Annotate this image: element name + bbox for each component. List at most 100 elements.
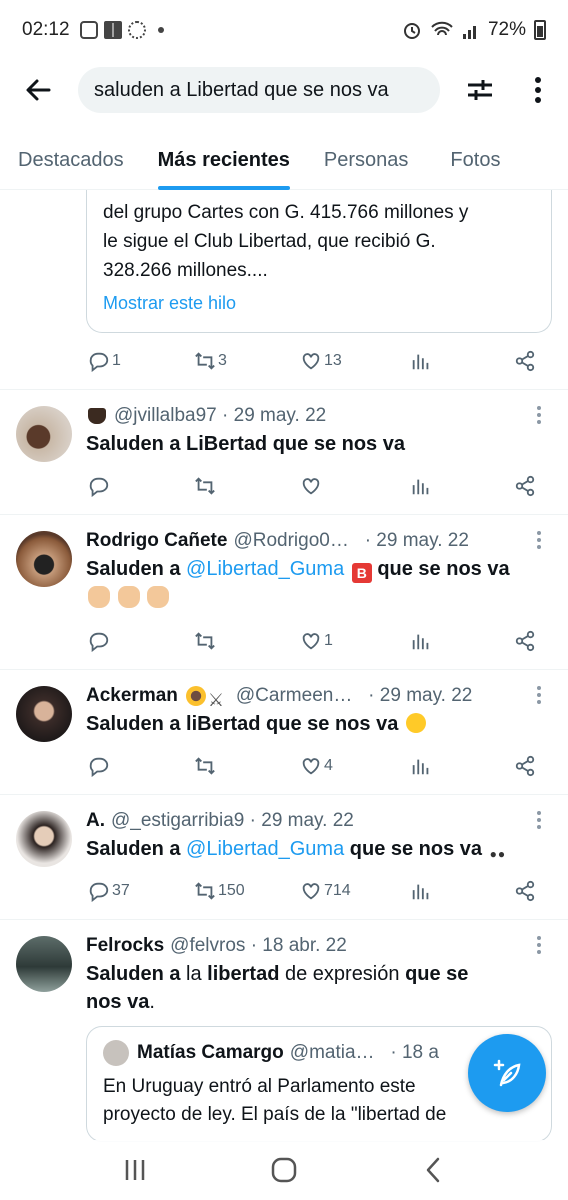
tweet[interactable]: Felrocks @felvros · 18 abr. 22 Saluden a…	[0, 920, 568, 1142]
tweet-actions: 4	[0, 738, 568, 794]
status-bar: 02:12 72%	[0, 0, 568, 60]
tweet-menu-button[interactable]	[536, 686, 542, 708]
retweet-button[interactable]	[194, 630, 300, 652]
tweet-date[interactable]: · 29 may. 22	[368, 682, 472, 710]
reply-button[interactable]	[88, 475, 194, 497]
views-button[interactable]	[410, 630, 514, 652]
tweet[interactable]: Rodrigo Cañete @Rodrigo0… · 29 may. 22 S…	[0, 515, 568, 669]
search-input[interactable]: saluden a Libertad que se nos va	[78, 67, 440, 113]
tweet[interactable]: A. @_estigarribia9 · 29 may. 22 Saluden …	[0, 795, 568, 919]
back-button[interactable]	[18, 70, 58, 110]
instagram-icon	[79, 21, 98, 39]
share-button[interactable]	[514, 630, 536, 652]
show-thread-link[interactable]: Mostrar este hilo	[103, 289, 535, 318]
tweet-date[interactable]: · 29 may. 22	[222, 402, 326, 430]
avatar[interactable]	[16, 531, 72, 587]
reply-button[interactable]	[88, 630, 194, 652]
compose-tweet-button[interactable]	[468, 1034, 546, 1112]
tweet-menu-button[interactable]	[536, 531, 542, 553]
tweet-menu-button[interactable]	[536, 936, 542, 958]
share-button[interactable]	[514, 755, 536, 777]
like-button[interactable]: 714	[300, 880, 410, 902]
heart-icon	[302, 353, 320, 370]
like-count: 1	[324, 632, 333, 649]
search-filter-button[interactable]	[460, 70, 500, 110]
views-button[interactable]	[410, 475, 514, 497]
reply-button[interactable]	[88, 755, 194, 777]
tweet-author-name[interactable]: A.	[86, 807, 105, 835]
reply-icon	[89, 632, 109, 652]
home-button[interactable]	[254, 1145, 314, 1195]
avatar[interactable]	[16, 936, 72, 992]
alarm-icon	[403, 23, 420, 39]
tweet-date[interactable]: · 29 may. 22	[365, 527, 469, 555]
retweet-button[interactable]: 150	[194, 880, 300, 902]
mention-link[interactable]: @Libertad_Guma	[186, 838, 344, 860]
home-icon	[271, 1157, 297, 1183]
share-button[interactable]	[514, 475, 536, 497]
laughing-face-icon	[405, 713, 426, 733]
tweet-handle[interactable]: @Rodrigo0…	[233, 527, 348, 555]
views-button[interactable]	[410, 755, 514, 777]
avatar[interactable]	[16, 811, 72, 867]
retweet-icon	[195, 632, 215, 650]
share-button[interactable]	[514, 350, 536, 372]
quoted-author-name: Matías Camargo	[137, 1042, 284, 1063]
recent-apps-button[interactable]	[105, 1145, 165, 1195]
tweet-handle[interactable]: @Carmeen…	[236, 682, 352, 710]
tweet-actions: 1 3 13	[0, 333, 568, 389]
share-icon	[515, 880, 535, 902]
quoted-avatar	[103, 1040, 129, 1066]
like-button[interactable]	[300, 475, 410, 497]
views-button[interactable]	[410, 880, 514, 902]
quoted-tweet-card[interactable]: del grupo Cartes con G. 415.766 millones…	[86, 190, 552, 333]
reply-icon	[89, 477, 109, 497]
quoted-handle: @matia…	[289, 1042, 375, 1063]
avatar[interactable]	[16, 686, 72, 742]
share-button[interactable]	[514, 880, 536, 902]
tweet-handle[interactable]: @jvillalba97	[114, 402, 217, 430]
tab-personas[interactable]: Personas	[324, 130, 409, 190]
more-options-button[interactable]	[518, 70, 558, 110]
eyes-icon	[490, 838, 516, 858]
tweet-text-part: Saluden a	[86, 558, 187, 580]
tweet-menu-button[interactable]	[536, 811, 542, 833]
retweet-button[interactable]	[194, 475, 300, 497]
like-button[interactable]: 13	[300, 350, 410, 372]
tweet-handle[interactable]: @_estigarribia9	[111, 807, 244, 835]
quoted-text-line: proyecto de ley. El país de la "libertad…	[103, 1104, 447, 1125]
tweet-text-part: nos va	[86, 991, 150, 1013]
tweet[interactable]: Ackerman @Carmeen… · 29 may. 22 Saluden …	[0, 670, 568, 794]
tweet-date[interactable]: · 18 abr. 22	[251, 932, 347, 960]
status-time: 02:12	[22, 19, 70, 40]
tweet-text-part: Saluden a liBertad que se nos va	[86, 713, 399, 735]
tab-destacados[interactable]: Destacados	[18, 130, 124, 190]
mention-link[interactable]: @Libertad_Guma	[186, 558, 344, 580]
heart-icon	[302, 633, 320, 650]
share-icon	[515, 475, 535, 497]
like-button[interactable]: 4	[300, 755, 410, 777]
like-button[interactable]: 1	[300, 630, 410, 652]
tweet-menu-button[interactable]	[536, 406, 542, 428]
tweet-handle[interactable]: @felvros	[170, 932, 245, 960]
retweet-icon	[195, 757, 215, 775]
system-back-button[interactable]	[403, 1145, 463, 1195]
chevron-left-icon	[427, 1157, 440, 1183]
tweet-actions: 37 150 714	[0, 863, 568, 919]
retweet-button[interactable]	[194, 755, 300, 777]
tab-mas-recientes[interactable]: Más recientes	[157, 130, 291, 190]
tweet[interactable]: @jvillalba97 · 29 may. 22 Saluden a LiBe…	[0, 390, 568, 514]
app-grid-icon	[103, 21, 122, 39]
clapping-hands-icon	[88, 586, 110, 608]
avatar[interactable]	[16, 406, 72, 462]
retweet-button[interactable]: 3	[194, 350, 300, 372]
reply-button[interactable]: 1	[88, 350, 194, 372]
tweet-author-name[interactable]: Ackerman	[86, 682, 178, 710]
tweet-author-name[interactable]: Felrocks	[86, 932, 164, 960]
tab-fotos[interactable]: Fotos	[450, 130, 500, 190]
reply-button[interactable]: 37	[88, 880, 194, 902]
tweet-author-name[interactable]: Rodrigo Cañete	[86, 527, 227, 555]
views-button[interactable]	[410, 350, 514, 372]
signal-icon	[462, 26, 476, 39]
tweet-date[interactable]: · 29 may. 22	[250, 807, 354, 835]
